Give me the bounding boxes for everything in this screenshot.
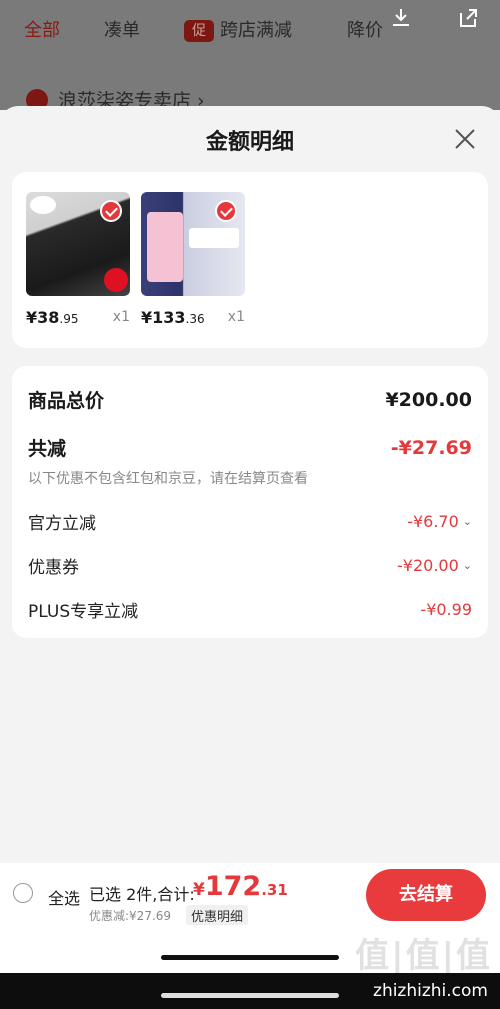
chevron-down-icon[interactable]: ⌄ — [463, 559, 472, 572]
discount-label: PLUS专享立减 — [28, 602, 139, 622]
product-qty: x1 — [227, 309, 245, 325]
discount-label: 官方立减 — [28, 514, 96, 534]
discount-value: -¥6.70 ⌄ — [407, 512, 472, 531]
goods-total-value: ¥200.00 — [385, 388, 472, 411]
total-reduce-label: 共减 — [28, 438, 67, 460]
goods-total-label: 商品总价 — [28, 390, 105, 412]
discount-value: -¥20.00 ⌄ — [397, 556, 472, 575]
sheet-title: 金额明细 — [205, 130, 294, 155]
goods-total-row: 商品总价 ¥200.00 — [28, 386, 472, 413]
price-summary-card: 商品总价 ¥200.00 共减 -¥27.69 以下优惠不包含红包和京豆，请在结… — [12, 366, 488, 638]
product-item[interactable]: ¥38.95 x1 — [26, 192, 130, 327]
discount-row-coupon[interactable]: 优惠券 -¥20.00 ⌄ — [28, 553, 472, 578]
tab-price-drop[interactable]: 降价 — [347, 16, 383, 42]
tab-combine[interactable]: 凑单 — [104, 16, 140, 42]
discount-row-plus: PLUS专享立减 -¥0.99 — [28, 597, 472, 622]
promo-panel-icon — [147, 212, 183, 282]
total-price: ¥172.31 — [193, 871, 288, 902]
discount-label: 优惠券 — [28, 558, 79, 578]
total-reduce-row: 共减 -¥27.69 — [28, 434, 472, 461]
product-price: ¥133.36 — [141, 308, 205, 327]
select-all-radio[interactable] — [13, 883, 33, 903]
product-list-card: ¥38.95 x1 ¥133.36 x1 — [12, 172, 488, 348]
product-check-icon[interactable] — [215, 200, 237, 222]
share-icon[interactable] — [456, 6, 480, 30]
total-reduce-value: -¥27.69 — [390, 436, 472, 459]
home-indicator-secondary — [161, 993, 339, 998]
checkout-button[interactable]: 去结算 — [366, 869, 486, 921]
watermark-site: zhizhizhi.com — [373, 981, 488, 1001]
tab-cross-store[interactable]: 促跨店满减 — [184, 16, 292, 42]
close-icon[interactable] — [454, 128, 476, 150]
watermark-logo: 值|值|值 — [355, 936, 492, 976]
watermark-strip: zhizhizhi.com — [0, 973, 500, 1009]
selected-count: 已选 2件,合计: — [89, 885, 195, 904]
product-check-icon[interactable] — [100, 200, 122, 222]
background-page-overlay: 全部 凑单 促跨店满减 降价 浪莎柒姿专卖店 › — [0, 0, 500, 112]
amount-detail-sheet: 金额明细 ¥38.95 x1 ¥133.36 x1 商品总价 ¥200.00 共… — [0, 106, 500, 863]
discount-row-official[interactable]: 官方立减 -¥6.70 ⌄ — [28, 509, 472, 534]
brand-logo-icon — [30, 196, 56, 214]
discount-note: 以下优惠不包含红包和京豆，请在结算页查看 — [28, 471, 308, 487]
product-price: ¥38.95 — [26, 308, 79, 327]
promo-tag: 促 — [184, 20, 214, 42]
product-qty: x1 — [112, 309, 130, 325]
product-item[interactable]: ¥133.36 x1 — [141, 192, 245, 327]
chevron-down-icon[interactable]: ⌄ — [463, 515, 472, 528]
discount-detail-link[interactable]: 优惠明细 — [186, 905, 249, 926]
product-image-underwear[interactable] — [26, 192, 130, 296]
home-indicator[interactable] — [161, 955, 339, 960]
tab-all[interactable]: 全部 — [24, 16, 60, 42]
pack-badge-icon — [104, 268, 128, 292]
tab-cross-store-label: 跨店满减 — [220, 20, 292, 41]
router-icon — [189, 228, 239, 248]
discount-value: -¥0.99 — [420, 600, 472, 619]
download-icon[interactable] — [389, 6, 413, 30]
product-image-router[interactable] — [141, 192, 245, 296]
select-all-label[interactable]: 全选 — [48, 885, 80, 909]
checkout-bar: 全选 已选 2件,合计: ¥172.31 优惠减:¥27.69 优惠明细 去结算 — [0, 863, 500, 926]
discount-summary: 优惠减:¥27.69 — [89, 909, 172, 923]
